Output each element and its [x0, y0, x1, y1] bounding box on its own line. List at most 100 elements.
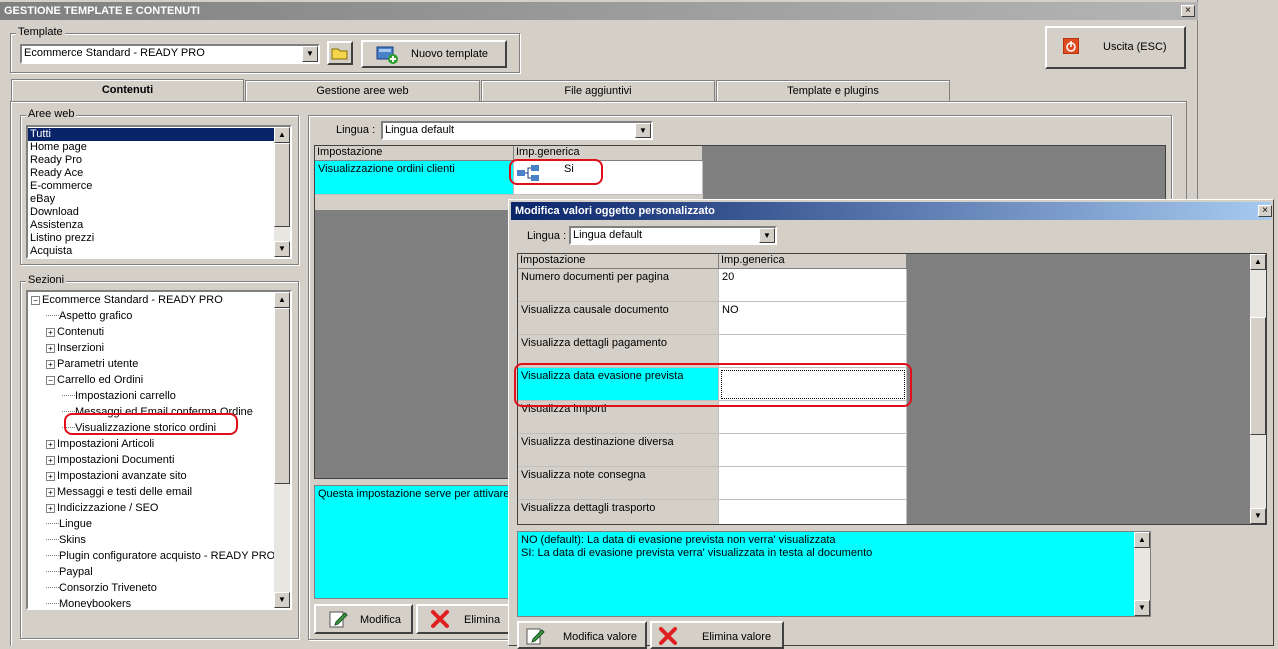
dialog-row-label[interactable]: Visualizza destinazione diversa — [518, 434, 719, 467]
new-template-icon — [376, 46, 398, 64]
scroll-down-icon[interactable]: ▼ — [274, 241, 290, 257]
aree-web-item[interactable]: Acquista — [28, 245, 274, 257]
new-template-label: Nuovo template — [411, 48, 489, 60]
lingua-select[interactable]: Lingua default ▼ — [381, 121, 653, 140]
tab-file-aggiuntivi[interactable]: File aggiuntivi — [481, 80, 715, 102]
tree-item[interactable]: Plugin configuratore acquisto - READY PR… — [46, 548, 275, 564]
close-icon[interactable]: × — [1181, 5, 1195, 17]
dialog-row-value[interactable]: 20 — [719, 269, 907, 302]
tab-template-plugins[interactable]: Template e plugins — [716, 80, 950, 102]
aree-web-item[interactable]: eBay — [28, 193, 274, 206]
open-folder-button[interactable] — [327, 41, 353, 65]
expand-icon[interactable]: + — [46, 487, 55, 497]
modifica-button[interactable]: Modifica — [314, 604, 413, 634]
chevron-down-icon[interactable]: ▼ — [302, 46, 318, 62]
exit-button[interactable]: Uscita (ESC) — [1045, 26, 1186, 69]
dialog-row-value[interactable] — [719, 434, 907, 467]
elimina-button[interactable]: Elimina — [416, 604, 514, 634]
dialog-row-value[interactable] — [719, 500, 907, 524]
collapse-icon[interactable]: − — [46, 375, 55, 385]
settings-description-text: Questa impostazione serve per attivare — [318, 488, 510, 500]
sezioni-tree[interactable]: − Ecommerce Standard - READY PRO Aspetto … — [26, 290, 292, 610]
expand-icon[interactable]: + — [46, 359, 55, 369]
scroll-up-icon[interactable]: ▲ — [1250, 254, 1266, 270]
row-visualizzazione-ordini[interactable]: Visualizzazione ordini clienti — [315, 161, 514, 195]
tree-item[interactable]: + Impostazioni Articoli — [46, 436, 154, 452]
tree-item[interactable]: + Indicizzazione / SEO — [46, 500, 159, 516]
scroll-thumb[interactable] — [274, 308, 290, 484]
aree-web-scrollbar[interactable]: ▲ ▼ — [274, 127, 290, 257]
aree-web-list[interactable]: Tutti Home page Ready Pro Ready Ace E-commer… — [26, 125, 292, 259]
tree-item[interactable]: + Impostazioni Documenti — [46, 452, 174, 468]
tree-item[interactable]: − Carrello ed Ordini — [46, 372, 143, 388]
dialog-row-label[interactable]: Visualizza note consegna — [518, 467, 719, 500]
highlight-storico-ordini — [64, 413, 238, 435]
modifica-valore-button[interactable]: Modifica valore — [517, 621, 647, 649]
tree-item-label: Contenuti — [57, 326, 105, 338]
dialog-row-value[interactable] — [719, 467, 907, 500]
dialog-lingua-select[interactable]: Lingua default ▼ — [569, 226, 777, 245]
tree-item[interactable]: + Impostazioni avanzate sito — [46, 468, 187, 484]
tree-item[interactable]: + Inserzioni — [46, 340, 104, 356]
dialog-scrollbar[interactable]: ▲ ▼ — [1250, 254, 1266, 524]
scroll-thumb[interactable] — [1250, 317, 1266, 435]
chevron-down-icon[interactable]: ▼ — [759, 228, 775, 243]
expand-icon[interactable]: + — [46, 439, 55, 449]
new-template-button[interactable]: Nuovo template — [361, 40, 507, 68]
tab-contenuti[interactable]: Contenuti — [11, 79, 244, 103]
expand-icon[interactable]: + — [46, 327, 55, 337]
expand-icon[interactable]: + — [46, 343, 55, 353]
tree-item[interactable]: + Messaggi e testi delle email — [46, 484, 192, 500]
scroll-down-icon[interactable]: ▼ — [1250, 508, 1266, 524]
scroll-up-icon[interactable]: ▲ — [274, 127, 290, 143]
modifica-valore-label: Modifica valore — [563, 631, 637, 643]
elimina-valore-button[interactable]: Elimina valore — [650, 621, 784, 649]
tree-item[interactable]: Consorzio Triveneto — [46, 580, 157, 596]
expand-icon[interactable]: + — [46, 471, 55, 481]
dialog-row-label[interactable]: Numero documenti per pagina — [518, 269, 719, 302]
aree-web-item[interactable]: Tutti — [28, 128, 274, 141]
tree-item[interactable]: Skins — [46, 532, 86, 548]
tree-item-label: Impostazioni Articoli — [57, 438, 155, 450]
description-scrollbar[interactable]: ▲ ▼ — [1134, 532, 1150, 616]
tree-item-label: Impostazioni carrello — [75, 390, 176, 402]
aree-web-item[interactable]: Assistenza — [28, 219, 274, 232]
tree-item[interactable]: Moneybookers — [46, 596, 131, 608]
sezioni-scrollbar[interactable]: ▲ ▼ — [274, 292, 290, 608]
chevron-down-icon[interactable]: ▼ — [635, 123, 651, 138]
highlight-data-evasione — [514, 363, 912, 407]
expand-icon[interactable]: + — [46, 503, 55, 513]
aree-web-item[interactable]: Download — [28, 206, 274, 219]
scroll-down-icon[interactable]: ▼ — [274, 592, 290, 608]
aree-web-item[interactable]: Home page — [28, 141, 274, 154]
dialog-row-label[interactable]: Visualizza causale documento — [518, 302, 719, 335]
elimina-label: Elimina — [464, 614, 501, 626]
tab-gestione-aree-web[interactable]: Gestione aree web — [245, 80, 480, 102]
tree-root[interactable]: − Ecommerce Standard - READY PRO — [31, 292, 223, 308]
tree-item[interactable]: Lingue — [46, 516, 92, 532]
tree-item-label: Inserzioni — [57, 342, 105, 354]
scroll-up-icon[interactable]: ▲ — [274, 292, 290, 308]
scroll-thumb[interactable] — [274, 143, 290, 227]
tree-item[interactable]: + Parametri utente — [46, 356, 138, 372]
collapse-icon[interactable]: − — [31, 295, 40, 305]
aree-web-item[interactable]: E-commerce — [28, 180, 274, 193]
tree-item[interactable]: Aspetto grafico — [46, 308, 132, 324]
tree-item-label: Aspetto grafico — [59, 310, 133, 322]
tree-item-label: Skins — [59, 534, 86, 546]
dialog-close-icon[interactable]: × — [1258, 205, 1272, 217]
tree-item[interactable]: Impostazioni carrello — [62, 388, 176, 404]
expand-icon[interactable]: + — [46, 455, 55, 465]
aree-web-item[interactable]: Ready Ace — [28, 167, 274, 180]
aree-web-item[interactable]: Listino prezzi — [28, 232, 274, 245]
dialog-row-label[interactable]: Visualizza dettagli trasporto — [518, 500, 719, 524]
aree-web-item[interactable]: Ready Pro — [28, 154, 274, 167]
tree-item[interactable]: + Contenuti — [46, 324, 104, 340]
scroll-down-icon[interactable]: ▼ — [1134, 600, 1150, 616]
template-select[interactable]: Ecommerce Standard - READY PRO ▼ — [20, 44, 320, 64]
scroll-up-icon[interactable]: ▲ — [1134, 532, 1150, 548]
dialog-row-value[interactable]: NO — [719, 302, 907, 335]
tree-item[interactable]: Paypal — [46, 564, 93, 580]
tree-connector — [46, 308, 59, 316]
dialog-title-bar: Modifica valori oggetto personalizzato — [511, 202, 1271, 220]
